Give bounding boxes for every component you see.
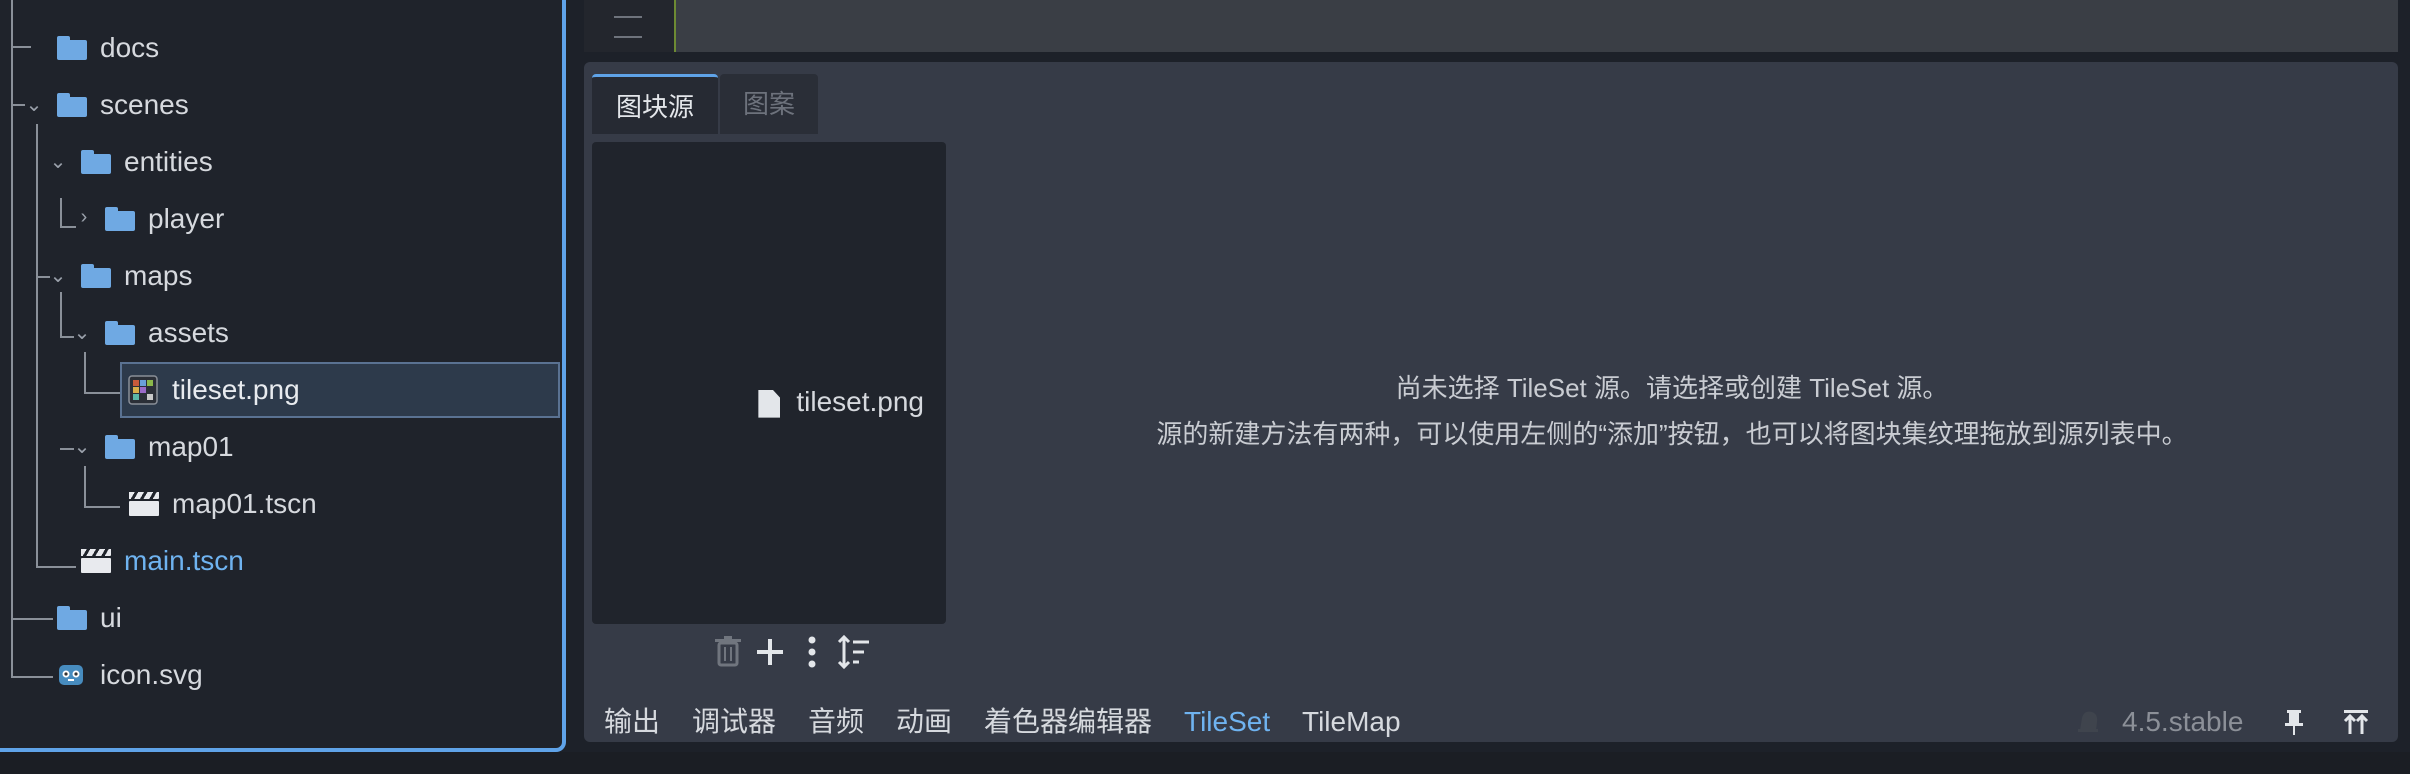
tab-tile-sources[interactable]: 图块源 <box>592 74 718 134</box>
bottom-tab-output[interactable]: 输出 <box>604 702 660 742</box>
bottom-tab-tileset[interactable]: TileSet <box>1184 702 1270 742</box>
folder-icon <box>105 321 135 345</box>
tree-item-maps[interactable]: ⌄ maps <box>0 248 560 304</box>
empty-state-message: 尚未选择 TileSet 源。请选择或创建 TileSet 源。 <box>1395 373 1949 403</box>
chevron-down-icon[interactable]: ⌄ <box>24 77 44 133</box>
tree-item-main-tscn[interactable]: main.tscn <box>0 533 560 589</box>
tree-item-docs[interactable]: docs <box>0 20 560 76</box>
bottom-tab-animation[interactable]: 动画 <box>896 702 952 742</box>
script-editor-strip <box>584 0 2398 52</box>
tree-item-ui[interactable]: ui <box>0 590 560 646</box>
bottom-tab-tilemap[interactable]: TileMap <box>1302 702 1401 742</box>
editor-guide-line <box>674 0 676 52</box>
folder-icon <box>105 435 135 459</box>
gutter-tick <box>614 16 642 18</box>
empty-state-hint: 源的新建方法有两种，可以使用左侧的“添加”按钮，也可以将图块集纹理拖放到源列表中… <box>1156 419 2188 449</box>
tree-item-label: maps <box>124 260 193 291</box>
pin-icon[interactable] <box>2276 702 2312 742</box>
tree-item-label: map01 <box>148 431 234 462</box>
tree-item-tileset-png[interactable]: tileset.png <box>120 362 560 418</box>
folder-icon <box>105 207 135 231</box>
scene-file-icon <box>81 549 111 573</box>
tree-item-label: player <box>148 203 225 234</box>
sort-icon[interactable] <box>834 632 874 672</box>
tree-item-label: entities <box>124 146 213 177</box>
trash-icon[interactable] <box>708 632 748 672</box>
tab-patterns[interactable]: 图案 <box>720 74 818 134</box>
kebab-menu-icon[interactable] <box>792 632 832 672</box>
file-icon <box>758 389 781 418</box>
tree-item-player[interactable]: › player <box>0 191 560 247</box>
gutter-tick <box>614 36 642 38</box>
folder-icon <box>81 150 111 174</box>
scene-file-icon <box>129 492 159 516</box>
tree-item-entities[interactable]: ⌄ entities <box>0 134 560 190</box>
tree-item-label: ui <box>100 602 122 633</box>
source-item-tileset-png[interactable]: tileset.png <box>758 382 924 422</box>
chevron-down-icon[interactable]: ⌄ <box>48 248 68 304</box>
folder-icon <box>57 93 87 117</box>
tree-item-label: assets <box>148 317 229 348</box>
tree-item-label: map01.tscn <box>172 488 317 519</box>
filesystem-tree-panel: docs ⌄ scenes ⌄ entities › player ⌄ maps… <box>0 0 566 752</box>
bottom-tab-debugger[interactable]: 调试器 <box>692 702 776 742</box>
tree-item-label: icon.svg <box>100 659 203 690</box>
plus-icon[interactable] <box>750 632 790 672</box>
folder-icon <box>57 606 87 630</box>
tileset-editor-panel: 图块源 图案 tileset.png 尚未选择 TileSet 源。请选择或创建… <box>584 62 2398 742</box>
tree-item-label: scenes <box>100 89 189 120</box>
chevron-down-icon[interactable]: ⌄ <box>48 134 68 190</box>
bottom-tab-audio[interactable]: 音频 <box>808 702 864 742</box>
chevron-down-icon[interactable]: ⌄ <box>72 419 92 475</box>
tree-item-scenes[interactable]: ⌄ scenes <box>0 77 560 133</box>
tree-item-assets[interactable]: ⌄ assets <box>0 305 560 361</box>
bottom-tab-shader-editor[interactable]: 着色器编辑器 <box>984 702 1152 742</box>
tree-item-map01-tscn[interactable]: map01.tscn <box>0 476 560 532</box>
godot-logo-icon <box>59 665 83 685</box>
source-item-label: tileset.png <box>796 386 924 417</box>
notification-bell-icon[interactable] <box>2070 702 2106 742</box>
version-label[interactable]: 4.5.stable <box>2122 702 2243 742</box>
window-bottom-edge <box>0 752 2410 774</box>
tree-item-map01[interactable]: ⌄ map01 <box>0 419 560 475</box>
editor-gutter <box>584 0 674 52</box>
tree-item-label: docs <box>100 32 160 63</box>
tree-guide-line <box>84 392 120 394</box>
expand-panel-icon[interactable] <box>2338 702 2374 742</box>
chevron-down-icon[interactable]: ⌄ <box>72 305 92 361</box>
tree-item-label: tileset.png <box>172 374 300 405</box>
chevron-right-icon[interactable]: › <box>74 189 94 245</box>
tile-sources-list[interactable]: tileset.png <box>592 142 946 624</box>
tree-item-label: main.tscn <box>124 545 244 576</box>
folder-icon <box>81 264 111 288</box>
image-file-icon <box>128 375 158 405</box>
tree-item-icon-svg[interactable]: icon.svg <box>0 647 560 703</box>
folder-icon <box>57 36 87 60</box>
